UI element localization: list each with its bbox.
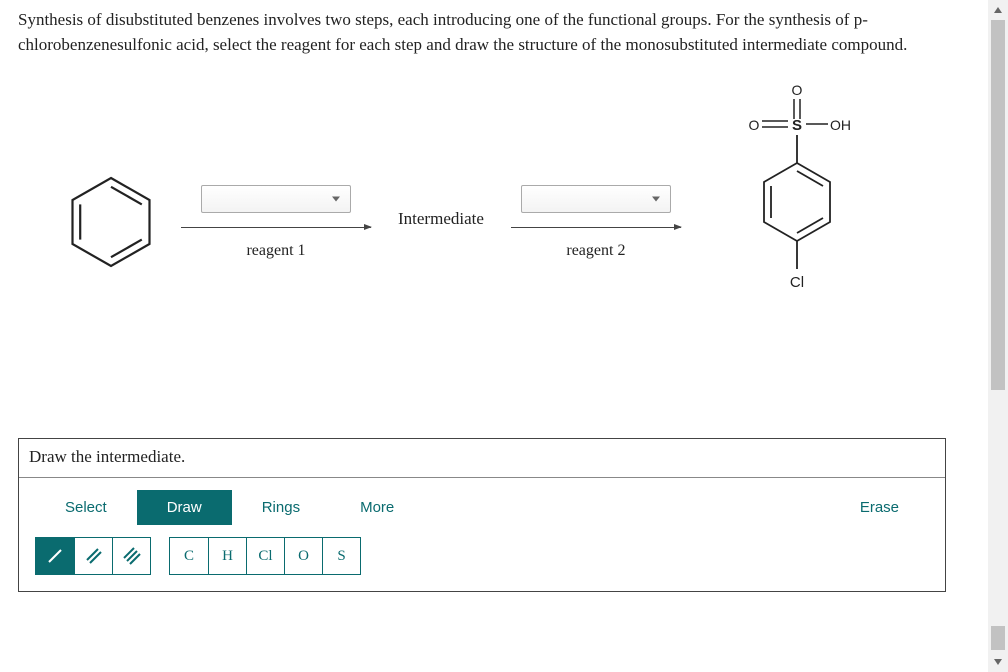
draw-intermediate-panel: Draw the intermediate. Select Draw Rings… (18, 438, 946, 592)
svg-text:Cl: Cl (790, 274, 804, 291)
intermediate-label: Intermediate (386, 209, 496, 229)
element-c-button[interactable]: C (170, 538, 208, 574)
triple-bond-icon (121, 545, 143, 567)
scrollbar-thumb-lower[interactable] (991, 626, 1005, 650)
reaction-scheme: reagent 1 Intermediate reagent 2 O O S O… (18, 137, 968, 307)
reaction-arrow-1 (181, 227, 371, 228)
single-bond-icon (45, 546, 65, 566)
element-o-button[interactable]: O (284, 538, 322, 574)
product-structure: O O S OH Cl (722, 77, 872, 307)
element-s-button[interactable]: S (322, 538, 360, 574)
svg-text:OH: OH (830, 117, 851, 133)
question-text: Synthesis of disubstituted benzenes invo… (18, 8, 968, 57)
svg-text:O: O (748, 117, 759, 133)
vertical-scrollbar[interactable] (988, 0, 1008, 672)
svg-text:S: S (792, 117, 802, 134)
reagent-2-step: reagent 2 (496, 185, 696, 260)
reagent-1-step: reagent 1 (166, 185, 386, 260)
triple-bond-tool[interactable] (112, 538, 150, 574)
scrollbar-thumb[interactable] (991, 20, 1005, 390)
double-bond-tool[interactable] (74, 538, 112, 574)
reaction-arrow-2 (511, 227, 681, 228)
element-group: C H Cl O S (169, 537, 361, 575)
scroll-down-arrow-icon[interactable] (988, 652, 1008, 672)
bond-type-group (35, 537, 151, 575)
reagent-1-label: reagent 1 (246, 242, 305, 260)
bond-tools-row: C H Cl O S (19, 537, 945, 591)
draw-tabs-row: Select Draw Rings More Erase (19, 478, 945, 537)
more-tab[interactable]: More (330, 490, 424, 525)
element-h-button[interactable]: H (208, 538, 246, 574)
rings-tab[interactable]: Rings (232, 490, 330, 525)
draw-panel-header: Draw the intermediate. (19, 439, 945, 478)
erase-button[interactable]: Erase (830, 490, 929, 525)
reagent-2-label: reagent 2 (566, 242, 625, 260)
element-cl-button[interactable]: Cl (246, 538, 284, 574)
benzene-start-structure (56, 167, 166, 277)
svg-text:O: O (791, 82, 802, 98)
scroll-up-arrow-icon[interactable] (988, 0, 1008, 20)
select-tab[interactable]: Select (35, 490, 137, 525)
reagent-2-dropdown[interactable] (521, 185, 671, 213)
reagent-1-dropdown[interactable] (201, 185, 351, 213)
draw-tab[interactable]: Draw (137, 490, 232, 525)
single-bond-tool[interactable] (36, 538, 74, 574)
double-bond-icon (84, 546, 104, 566)
